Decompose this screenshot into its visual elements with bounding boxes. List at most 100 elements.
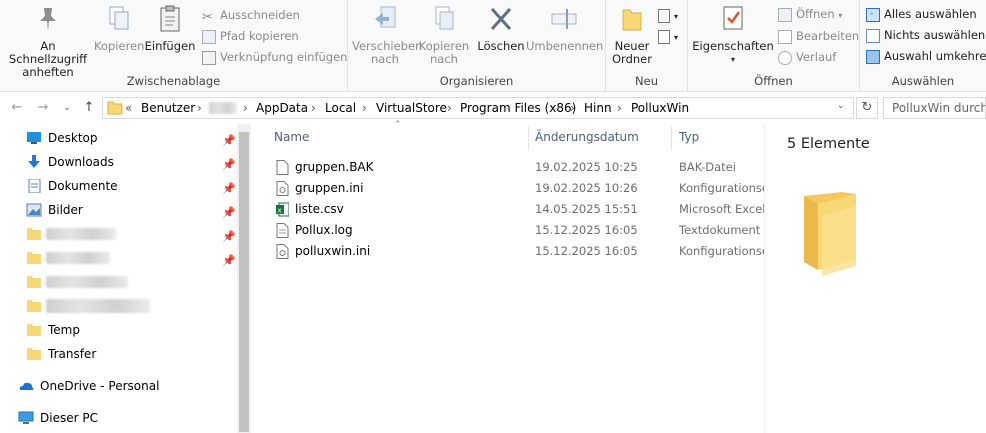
nav-item-redacted[interactable]: 📌 [0,223,236,245]
pin-icon[interactable]: 📌 [222,226,236,243]
invert-selection-button[interactable]: Auswahl umkehren [866,47,986,65]
breadcrumb-overflow[interactable]: « [125,101,132,115]
nav-item-desktop[interactable]: Desktop 📌 [0,127,236,149]
table-row[interactable]: gruppen.BAK 19.02.2025 10:25 BAK-Datei [270,157,764,178]
cut-button[interactable]: ✂ Ausschneiden [202,6,300,25]
folder-preview-icon [804,192,856,276]
nav-item-bilder[interactable]: Bilder 📌 [0,199,236,221]
refresh-button[interactable]: ↻ [856,97,878,119]
new-item-button[interactable]: ▾ [658,6,678,24]
copy-path-button[interactable]: Pfad kopieren [202,27,299,45]
move-to-button[interactable]: Verschieben nach [352,4,422,66]
search-input[interactable]: PolluxWin durchsuchen [883,97,986,119]
table-row[interactable]: Pollux.log 15.12.2025 16:05 Textdokument [270,220,764,241]
pin-icon[interactable]: 📌 [222,250,236,267]
pin-icon[interactable]: 📌 [222,130,236,147]
file-type: Konfigurationseinstellungen [679,181,764,195]
select-all-button[interactable]: Alles auswählen [866,5,977,23]
nav-item-temp[interactable]: Temp [0,319,236,341]
nav-item-redacted[interactable] [0,295,236,317]
documents-icon [28,179,41,193]
file-date: 19.02.2025 10:26 [535,181,638,195]
rename-button[interactable]: Umbenennen [526,4,604,53]
nav-scrollbar-thumb[interactable] [239,132,249,432]
redacted-label [46,252,110,264]
nav-item-onedrive[interactable]: OneDrive - Personal [0,375,236,397]
file-date: 14.05.2025 15:51 [535,202,638,216]
nav-item-redacted[interactable] [0,271,236,293]
breadcrumb-appdata[interactable]: AppData [256,101,308,115]
breadcrumb-program-files[interactable]: Program Files (x86) [460,101,576,115]
recent-locations-button[interactable]: ⌄ [58,99,76,117]
select-none-icon [866,28,880,43]
table-row[interactable]: gruppen.ini 19.02.2025 10:26 Konfigurati… [270,178,764,199]
edit-button[interactable]: Bearbeiten [778,27,859,45]
shortcut-icon [202,50,216,65]
copy-to-label: Kopieren nach [418,39,470,66]
ribbon: An Schnellzugriff anheften Kopieren Einf… [0,0,986,92]
pin-icon[interactable]: 📌 [222,178,236,195]
column-header-type[interactable]: Typ [679,130,699,144]
nav-label: Downloads [48,155,114,169]
nav-label: Temp [48,323,80,337]
file-name: liste.csv [295,202,344,216]
table-row[interactable]: x liste.csv 14.05.2025 15:51 Microsoft E… [270,199,764,220]
column-header-date[interactable]: Änderungsdatum [535,130,639,144]
edit-label: Bearbeiten [796,29,860,43]
pin-quick-access-button[interactable]: An Schnellzugriff anheften [2,4,94,79]
nav-item-redacted[interactable]: 📌 [0,247,236,269]
group-label-zwischenablage: Zwischenablage [126,74,221,88]
breadcrumb-virtualstore[interactable]: VirtualStore [376,101,447,115]
properties-button[interactable]: Eigenschaften ▾ [692,4,774,66]
nav-item-transfer[interactable]: Transfer [0,343,236,365]
column-divider[interactable] [671,126,672,150]
copy-to-button[interactable]: Kopieren nach [418,4,470,66]
nav-item-dokumente[interactable]: Dokumente 📌 [0,175,236,197]
copy-to-icon [435,6,454,30]
paste-button[interactable]: Einfügen [144,4,196,53]
nav-label: Dieser PC [40,411,98,425]
back-button[interactable]: ← [8,99,26,117]
navigation-pane: Desktop 📌 Downloads 📌 Dokumente 📌 Bilder… [0,124,250,433]
folder-icon [107,101,123,115]
breadcrumb-separator: › [617,101,622,115]
folder-icon [27,348,41,360]
delete-x-icon [490,7,512,31]
pin-icon[interactable]: 📌 [222,154,236,171]
breadcrumb-separator: › [243,101,248,115]
column-header-name[interactable]: Name [274,130,309,144]
breadcrumb-separator: › [197,101,202,115]
select-none-button[interactable]: Nichts auswählen [866,26,985,44]
table-row[interactable]: polluxwin.ini 15.12.2025 16:05 Konfigura… [270,241,764,262]
column-header-label: Typ [679,130,700,144]
pin-icon[interactable]: 📌 [222,202,236,219]
forward-button[interactable]: → [34,99,52,117]
address-dropdown-icon[interactable]: ⌄ [837,101,845,111]
easy-access-button[interactable]: ▾ [658,27,678,45]
new-folder-button[interactable]: Neuer Ordner [610,4,654,66]
address-bar[interactable]: « Benutzer › › AppData › Local › Virtual… [102,97,854,119]
delete-button[interactable]: Löschen [476,4,526,53]
item-count: 5 Elemente [787,136,870,152]
nav-label: Desktop [48,131,98,145]
breadcrumb-benutzer[interactable]: Benutzer [141,101,195,115]
paste-shortcut-button[interactable]: Verknüpfung einfügen [202,48,347,66]
up-button[interactable]: ↑ [80,99,98,117]
nav-item-dieser-pc[interactable]: Dieser PC [0,407,236,429]
rename-label: Umbenennen [526,39,604,53]
copy-button[interactable]: Kopieren [94,4,144,53]
breadcrumb-hinn[interactable]: Hinn [584,101,612,115]
download-icon [28,155,40,168]
column-divider[interactable] [528,126,529,150]
svg-text:x: x [278,207,282,215]
breadcrumb-local[interactable]: Local [325,101,356,115]
file-name: gruppen.ini [295,181,364,195]
properties-icon [723,6,743,30]
open-button[interactable]: Öffnen ▾ [778,5,842,23]
ini-file-icon [276,244,289,259]
group-label-neu: Neu [635,74,658,88]
history-button[interactable]: Verlauf [778,48,836,66]
nav-item-downloads[interactable]: Downloads 📌 [0,151,236,173]
file-date: 15.12.2025 16:05 [535,244,638,258]
breadcrumb-polluxwin[interactable]: PolluxWin [631,101,689,115]
